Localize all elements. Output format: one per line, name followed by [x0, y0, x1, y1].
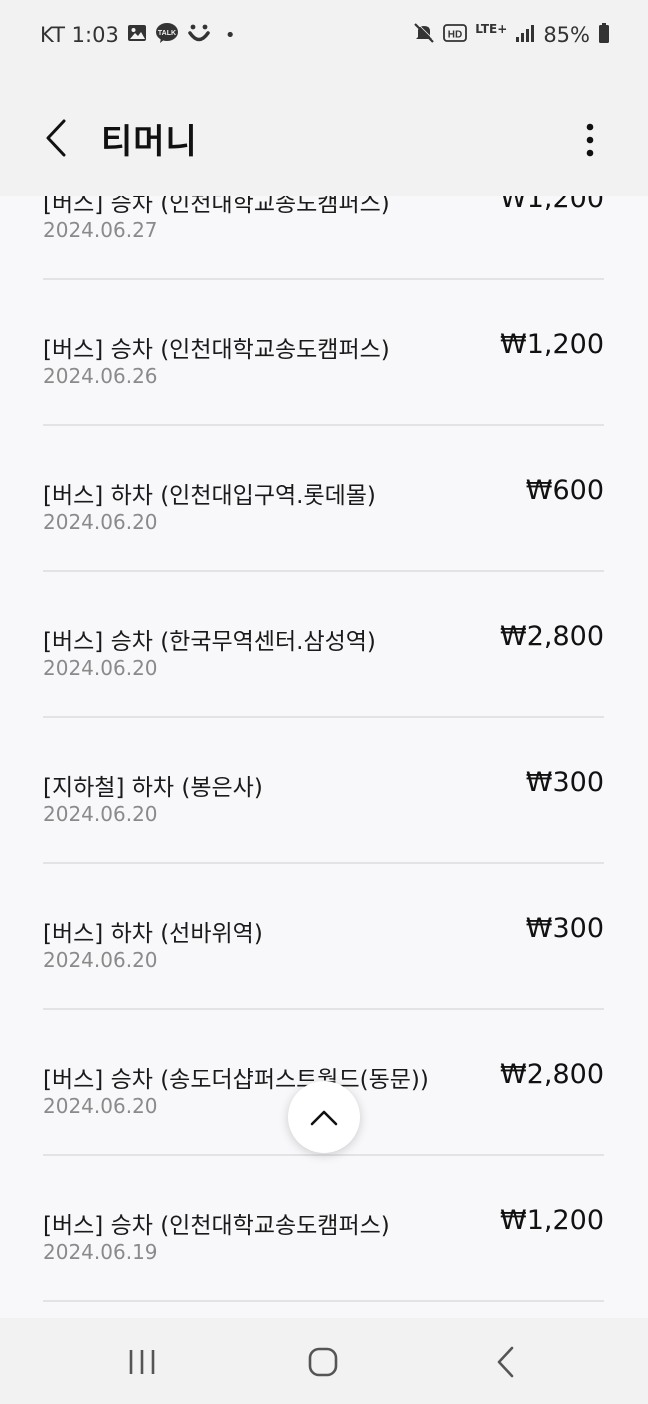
chevron-left-icon: [46, 119, 66, 157]
back-button[interactable]: [36, 116, 76, 160]
transaction-title: [버스] 하차 (인천대입구역.롯데몰): [43, 483, 376, 509]
transaction-date: 2024.06.27: [43, 218, 158, 242]
transaction-date: 2024.06.19: [43, 1240, 158, 1264]
transaction-row[interactable]: [버스] 하차 (선바위역) 2024.06.20 ₩300: [0, 864, 648, 1010]
transaction-date: 2024.06.20: [43, 656, 158, 680]
battery-icon: [598, 22, 610, 49]
more-options-button[interactable]: [574, 120, 606, 160]
home-icon: [308, 1347, 338, 1377]
battery-percent: 85%: [543, 23, 590, 47]
transaction-date: 2024.06.20: [43, 802, 158, 826]
transaction-title: [지하철] 하차 (봉은사): [43, 775, 263, 801]
transaction-amount: ₩300: [525, 913, 604, 944]
transaction-amount: ₩600: [525, 475, 604, 506]
scroll-to-top-button[interactable]: [288, 1081, 360, 1153]
transaction-row[interactable]: [버스] 승차 (인천대학교송도캠퍼스) 2024.06.19 ₩1,200: [0, 1156, 648, 1302]
app-header: 티머니: [0, 70, 648, 196]
status-right: HD LTE+ 85%: [413, 20, 610, 50]
mute-icon: [413, 21, 435, 49]
back-icon: [497, 1346, 514, 1378]
transaction-date: 2024.06.26: [43, 364, 158, 388]
transaction-amount: ₩1,200: [500, 329, 604, 360]
signal-icon: [515, 23, 535, 48]
transaction-amount: ₩300: [525, 767, 604, 798]
kakaotalk-icon: TALK: [155, 22, 179, 49]
recent-apps-button[interactable]: [122, 1342, 162, 1382]
transaction-date: 2024.06.20: [43, 1094, 158, 1118]
more-vertical-icon: [586, 123, 594, 157]
transaction-title: [버스] 승차 (인천대학교송도캠퍼스): [43, 337, 390, 363]
svg-text:TALK: TALK: [158, 30, 176, 37]
status-left: KT 1:03 TALK •: [40, 20, 235, 50]
transaction-row[interactable]: [지하철] 하차 (봉은사) 2024.06.20 ₩300: [0, 718, 648, 864]
transaction-amount: ₩1,200: [500, 1205, 604, 1236]
system-back-button[interactable]: [486, 1342, 526, 1382]
system-nav-bar: [0, 1318, 648, 1404]
chevron-up-icon: [310, 1110, 338, 1126]
svg-text:HD: HD: [448, 29, 462, 40]
notification-dot: •: [224, 24, 236, 46]
carrier-time: KT 1:03: [40, 23, 119, 47]
gallery-icon: [127, 23, 147, 48]
network-type: LTE+: [475, 22, 508, 36]
transaction-amount: ₩2,800: [500, 621, 604, 652]
recent-apps-icon: [129, 1350, 155, 1374]
page-title: 티머니: [101, 122, 198, 162]
divider: [43, 1300, 604, 1302]
transaction-title: [버스] 승차 (송도더샵퍼스트월드(동문)): [43, 1067, 429, 1093]
transaction-amount: ₩2,800: [500, 1059, 604, 1090]
transaction-title: [버스] 승차 (한국무역센터.삼성역): [43, 629, 376, 655]
transaction-row[interactable]: [버스] 승차 (인천대학교송도캠퍼스) 2024.06.26 ₩1,200: [0, 280, 648, 426]
smile-icon: [187, 22, 211, 49]
home-button[interactable]: [303, 1342, 343, 1382]
hd-icon: HD: [443, 23, 468, 48]
transaction-row[interactable]: [버스] 승차 (한국무역센터.삼성역) 2024.06.20 ₩2,800: [0, 572, 648, 718]
transaction-row[interactable]: [버스] 하차 (인천대입구역.롯데몰) 2024.06.20 ₩600: [0, 426, 648, 572]
transaction-date: 2024.06.20: [43, 510, 158, 534]
transaction-title: [버스] 하차 (선바위역): [43, 921, 263, 947]
transaction-title: [버스] 승차 (인천대학교송도캠퍼스): [43, 1213, 390, 1239]
status-bar: KT 1:03 TALK • HD LTE+ 85%: [0, 0, 648, 70]
transaction-date: 2024.06.20: [43, 948, 158, 972]
